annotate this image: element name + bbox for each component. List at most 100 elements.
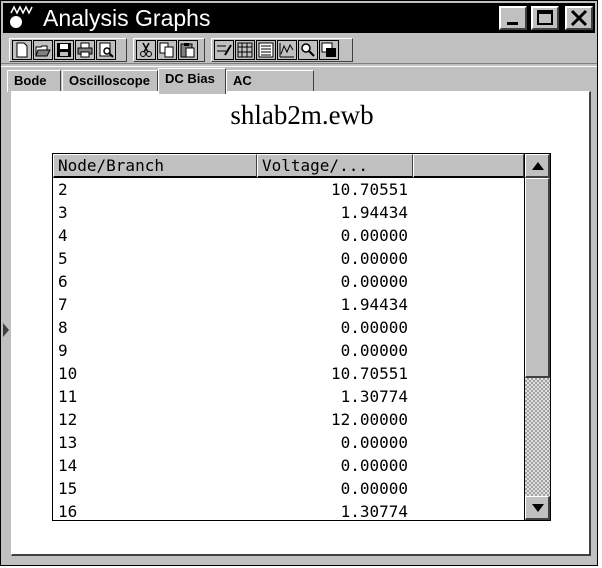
node-cell: 9 — [58, 341, 68, 360]
minimize-button[interactable] — [499, 6, 527, 30]
waveform-app-icon — [10, 5, 33, 28]
print-preview-icon — [99, 42, 114, 58]
table-row[interactable]: 9 0.00000 — [53, 339, 523, 362]
table-row[interactable]: 8 0.00000 — [53, 316, 523, 339]
voltage-cell: 1.94434 — [340, 203, 408, 222]
window-title: Analysis Graphs — [43, 5, 211, 31]
node-cell: 11 — [58, 387, 78, 406]
zoom-button[interactable] — [298, 40, 318, 60]
zoom-icon — [301, 43, 315, 57]
node-cell: 4 — [58, 226, 68, 245]
dc-bias-table: Node/Branch Voltage/... 2 10.70551 3 1.944… — [52, 153, 551, 521]
chart-button[interactable] — [277, 40, 297, 60]
grid-icon — [237, 42, 253, 58]
column-header-node[interactable]: Node/Branch — [53, 154, 257, 178]
table-row[interactable]: 10 10.70551 — [53, 362, 523, 385]
table-row[interactable]: 14 0.00000 — [53, 454, 523, 477]
minimize-icon — [507, 22, 518, 25]
cut-button[interactable] — [136, 40, 156, 60]
table-row[interactable]: 3 1.94434 — [53, 201, 523, 224]
table-row[interactable]: 12 12.00000 — [53, 408, 523, 431]
maximize-icon — [537, 10, 553, 25]
column-header-empty[interactable] — [413, 154, 524, 178]
open-button[interactable] — [33, 40, 53, 60]
copy-button[interactable] — [157, 40, 177, 60]
table-row[interactable]: 2 10.70551 — [53, 178, 523, 201]
voltage-cell: 0.00000 — [340, 318, 408, 337]
save-icon — [57, 43, 71, 57]
list-button[interactable] — [256, 40, 276, 60]
properties-icon — [217, 44, 232, 56]
toolbar-group-edit — [133, 38, 205, 62]
node-cell: 7 — [58, 295, 68, 314]
node-cell: 3 — [58, 203, 68, 222]
voltage-cell: 1.30774 — [340, 502, 408, 521]
restore-button[interactable] — [319, 40, 339, 60]
node-cell: 13 — [58, 433, 78, 452]
voltage-cell: 10.70551 — [330, 364, 408, 383]
paste-button[interactable] — [178, 40, 198, 60]
copy-icon — [159, 42, 174, 58]
tab-bode[interactable]: Bode — [7, 70, 61, 92]
print-preview-button[interactable] — [96, 40, 116, 60]
voltage-cell: 0.00000 — [340, 249, 408, 268]
voltage-cell: 0.00000 — [340, 226, 408, 245]
table-row[interactable]: 5 0.00000 — [53, 247, 523, 270]
tab-ac-analysis[interactable]: AC Analysis — [226, 70, 314, 108]
table-row[interactable]: 16 1.30774 — [53, 500, 523, 523]
node-cell: 2 — [58, 180, 68, 199]
table-row[interactable]: 4 0.00000 — [53, 224, 523, 247]
close-button[interactable] — [565, 6, 593, 30]
vertical-scrollbar[interactable] — [524, 154, 550, 520]
tab-oscilloscope[interactable]: Oscilloscope — [62, 70, 158, 92]
toolbar-group-file — [9, 38, 127, 62]
scrollbar-thumb[interactable] — [525, 178, 550, 378]
new-button[interactable] — [12, 40, 32, 60]
voltage-cell: 1.30774 — [340, 387, 408, 406]
table-row[interactable]: 6 0.00000 — [53, 270, 523, 293]
toolbar-group-view — [211, 38, 353, 62]
resize-marker-icon — [3, 323, 9, 337]
node-cell: 8 — [58, 318, 68, 337]
restore-icon — [321, 42, 336, 57]
analysis-graphs-window: Analysis Graphs Bode Oscilloscope DC Bia… — [0, 0, 598, 566]
properties-button[interactable] — [214, 40, 234, 60]
paste-icon — [180, 43, 195, 58]
node-cell: 14 — [58, 456, 78, 475]
node-cell: 12 — [58, 410, 78, 429]
open-icon — [35, 45, 51, 57]
arrow-up-icon — [532, 162, 544, 170]
list-icon — [258, 42, 274, 58]
table-row[interactable]: 15 0.00000 — [53, 477, 523, 500]
node-cell: 15 — [58, 479, 78, 498]
scroll-down-button[interactable] — [525, 496, 550, 520]
title-bar[interactable]: Analysis Graphs — [3, 3, 595, 33]
voltage-cell: 0.00000 — [340, 433, 408, 452]
voltage-cell: 0.00000 — [340, 456, 408, 475]
arrow-down-icon — [532, 504, 544, 512]
cut-icon — [140, 42, 152, 57]
voltage-cell: 0.00000 — [340, 479, 408, 498]
table-row[interactable]: 7 1.94434 — [53, 293, 523, 316]
voltage-cell: 0.00000 — [340, 341, 408, 360]
voltage-cell: 12.00000 — [330, 410, 408, 429]
voltage-cell: 0.00000 — [340, 272, 408, 291]
dc-bias-panel: shlab2m.ewb Node/Branch Voltage/... 2 10.… — [11, 91, 591, 556]
table-row[interactable]: 13 0.00000 — [53, 431, 523, 454]
table-row[interactable]: 11 1.30774 — [53, 385, 523, 408]
node-cell: 16 — [58, 502, 78, 521]
grid-button[interactable] — [235, 40, 255, 60]
voltage-cell: 10.70551 — [330, 180, 408, 199]
scroll-up-button[interactable] — [525, 154, 550, 178]
maximize-button[interactable] — [531, 6, 559, 30]
print-button[interactable] — [75, 40, 95, 60]
close-icon — [570, 9, 588, 27]
tab-dc-bias[interactable]: DC Bias — [158, 68, 226, 94]
toolbar-divider — [1, 63, 597, 67]
column-header-voltage[interactable]: Voltage/... — [257, 154, 413, 178]
node-cell: 10 — [58, 364, 78, 383]
save-button[interactable] — [54, 40, 74, 60]
circuit-filename: shlab2m.ewb — [230, 100, 374, 130]
tab-strip: Bode Oscilloscope DC Bias AC Analysis — [7, 68, 587, 108]
print-icon — [77, 42, 93, 58]
